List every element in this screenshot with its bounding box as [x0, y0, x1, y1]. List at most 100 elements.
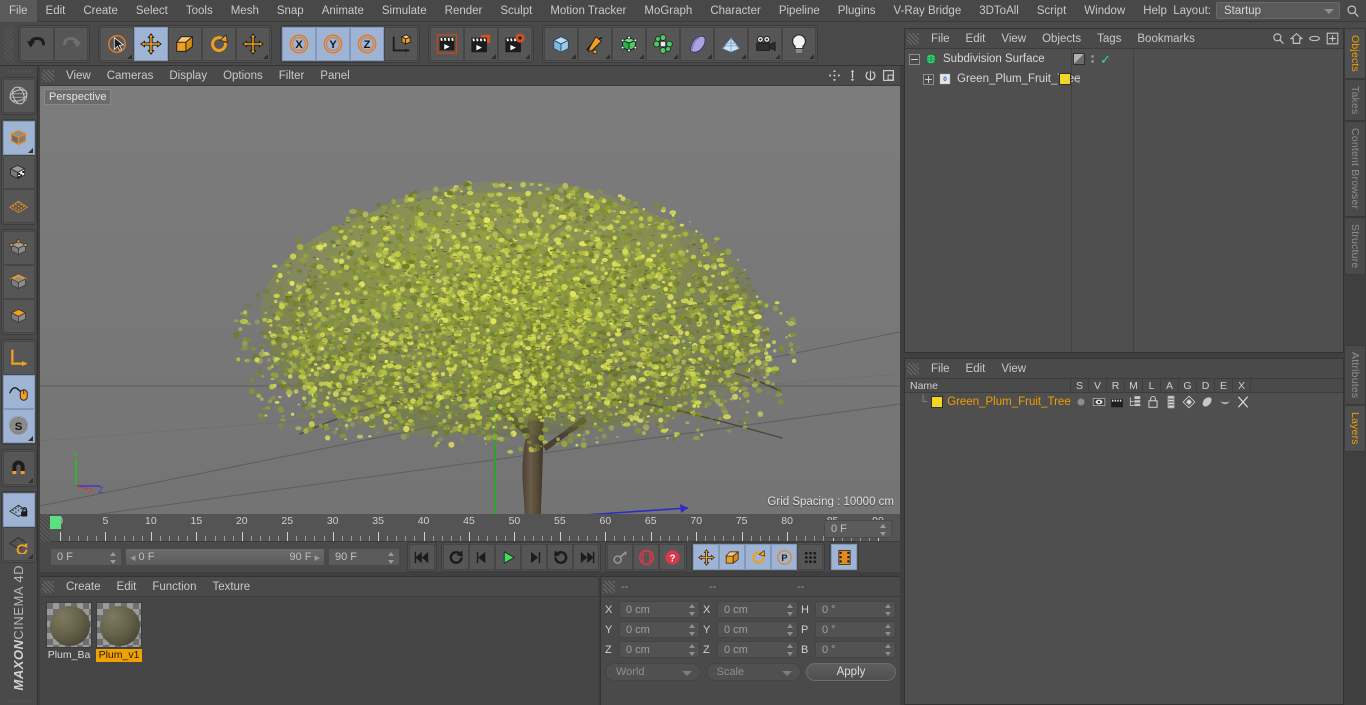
deselect-all-button[interactable] — [2, 78, 35, 113]
layer-row[interactable]: └ Green_Plum_Fruit_Tree — [905, 393, 1343, 410]
solo-dot-icon[interactable] — [1073, 395, 1088, 409]
material-list[interactable]: Plum_Ba Plum_v1 — [40, 597, 598, 705]
object-tag-swatch[interactable] — [1073, 53, 1085, 65]
menu-item-window[interactable]: Window — [1075, 0, 1134, 22]
expander-toggle[interactable] — [923, 73, 934, 85]
range-left-arrow-icon[interactable]: ◂ — [130, 551, 136, 564]
deformers-icon[interactable] — [1199, 395, 1214, 409]
rotation-key-button[interactable] — [745, 544, 771, 570]
add-deformer-button[interactable] — [680, 26, 714, 61]
render-view-button[interactable] — [430, 26, 464, 61]
tool-popup-corner-icon[interactable] — [525, 53, 530, 59]
material-item[interactable]: Plum_Ba — [46, 602, 92, 700]
timeline-playhead[interactable] — [50, 516, 61, 529]
menu-item-tools[interactable]: Tools — [177, 0, 222, 22]
layout-select[interactable]: Startup — [1216, 2, 1340, 19]
material-name[interactable]: Plum_Ba — [46, 649, 92, 662]
menu-item-simulate[interactable]: Simulate — [373, 0, 436, 22]
layer-column-l[interactable]: L — [1143, 378, 1161, 393]
go-to-start-button[interactable] — [409, 544, 435, 570]
material-preview-sphere[interactable] — [96, 602, 142, 648]
menu-item-sculpt[interactable]: Sculpt — [491, 0, 541, 22]
add-cube-button[interactable] — [544, 26, 578, 61]
rotation-field[interactable]: 0 ° — [815, 621, 896, 638]
tool-popup-corner-icon[interactable] — [127, 53, 132, 59]
go-to-end-button[interactable] — [573, 544, 599, 570]
step-forward-button[interactable] — [521, 544, 547, 570]
viewport-menu-panel[interactable]: Panel — [312, 66, 357, 86]
layer-column-g[interactable]: G — [1179, 378, 1197, 393]
layer-column-m[interactable]: M — [1125, 378, 1143, 393]
tag-dots-icon[interactable] — [1091, 55, 1094, 63]
menu-item-edit[interactable]: Edit — [37, 0, 75, 22]
viewport-menu-cameras[interactable]: Cameras — [99, 66, 162, 86]
size-field[interactable]: 0 cm — [717, 641, 798, 658]
lock-z-axis-button[interactable]: Z — [350, 26, 384, 61]
layer-menu-file[interactable]: File — [923, 359, 958, 379]
panel-grip[interactable] — [907, 32, 919, 45]
layer-column-a[interactable]: A — [1161, 378, 1179, 393]
object-menu-tags[interactable]: Tags — [1089, 29, 1129, 49]
rotation-field[interactable]: 0 ° — [815, 641, 896, 658]
tool-popup-corner-icon[interactable] — [491, 53, 496, 59]
next-keyframe-button[interactable] — [547, 544, 573, 570]
menu-item-script[interactable]: Script — [1028, 0, 1075, 22]
play-reverse-button[interactable] — [443, 544, 469, 570]
spinner-icon[interactable] — [885, 624, 892, 636]
object-row[interactable]: 0 Green_Plum_Fruit_Tree — [905, 69, 1343, 89]
object-menu-edit[interactable]: Edit — [958, 29, 994, 49]
layer-column-x[interactable]: X — [1233, 378, 1251, 393]
menu-item-mesh[interactable]: Mesh — [222, 0, 268, 22]
rotation-field[interactable]: 0 ° — [815, 601, 896, 618]
redo-button[interactable] — [54, 26, 88, 61]
spinner-icon[interactable] — [689, 644, 696, 656]
home-icon[interactable] — [1289, 32, 1304, 48]
lock-icon[interactable] — [1145, 395, 1160, 409]
layer-column-s[interactable]: S — [1071, 378, 1089, 393]
edges-mode-button[interactable] — [2, 264, 35, 299]
layer-color-swatch[interactable] — [931, 395, 944, 408]
move-tool[interactable] — [134, 26, 168, 61]
move-view-icon[interactable] — [827, 68, 842, 83]
pan-view-icon[interactable] — [845, 68, 860, 83]
scale-key-button[interactable] — [719, 544, 745, 570]
dock-tab-attributes[interactable]: Attributes — [1344, 345, 1366, 406]
position-field[interactable]: 0 cm — [619, 621, 700, 638]
left-toolbar-grip-bottom[interactable] — [5, 700, 32, 703]
step-back-button[interactable] — [469, 544, 495, 570]
timeline-grip[interactable] — [40, 514, 50, 542]
tool-popup-corner-icon[interactable] — [27, 435, 33, 441]
tool-popup-corner-icon[interactable] — [639, 53, 644, 59]
rotate-view-icon[interactable] — [863, 68, 878, 83]
rotate-tool[interactable] — [202, 26, 236, 61]
spinner-icon[interactable] — [689, 604, 696, 616]
material-menu-texture[interactable]: Texture — [204, 577, 258, 597]
parameter-key-button[interactable]: P — [771, 544, 797, 570]
menu-item-select[interactable]: Select — [127, 0, 177, 22]
dock-tab-layers[interactable]: Layers — [1344, 405, 1366, 453]
layer-menu-view[interactable]: View — [993, 359, 1034, 379]
end-frame-field[interactable]: 90 F — [328, 548, 400, 566]
object-menu-objects[interactable]: Objects — [1034, 29, 1089, 49]
layer-list[interactable]: └ Green_Plum_Fruit_Tree — [905, 393, 1343, 704]
menu-item-3dtoall[interactable]: 3DToAll — [970, 0, 1028, 22]
dock-tab-takes[interactable]: Takes — [1344, 79, 1366, 122]
frame-field-right[interactable]: 0 F — [824, 520, 892, 538]
tool-popup-corner-icon[interactable] — [571, 53, 576, 59]
tool-popup-corner-icon[interactable] — [707, 53, 712, 59]
tool-popup-corner-icon[interactable] — [809, 53, 814, 59]
search-icon[interactable] — [1272, 32, 1285, 48]
menu-item-snap[interactable]: Snap — [268, 0, 313, 22]
visible-eye-icon[interactable] — [1091, 395, 1106, 409]
animation-icon[interactable] — [1163, 395, 1178, 409]
menu-item-help[interactable]: Help — [1134, 0, 1176, 22]
magnet-tool-button[interactable] — [2, 450, 35, 485]
layer-menu-edit[interactable]: Edit — [958, 359, 994, 379]
material-name[interactable]: Plum_v1 — [96, 649, 142, 662]
frame-range-bar[interactable]: ◂ 0 F 90 F ▸ — [125, 548, 325, 566]
spinner-icon[interactable] — [689, 624, 696, 636]
soft-selection-button[interactable]: S — [2, 408, 35, 443]
timeline-ruler[interactable]: 051015202530354045505560657075808590 — [40, 514, 900, 542]
panel-grip[interactable] — [603, 580, 615, 593]
tool-popup-corner-icon[interactable] — [605, 53, 610, 59]
